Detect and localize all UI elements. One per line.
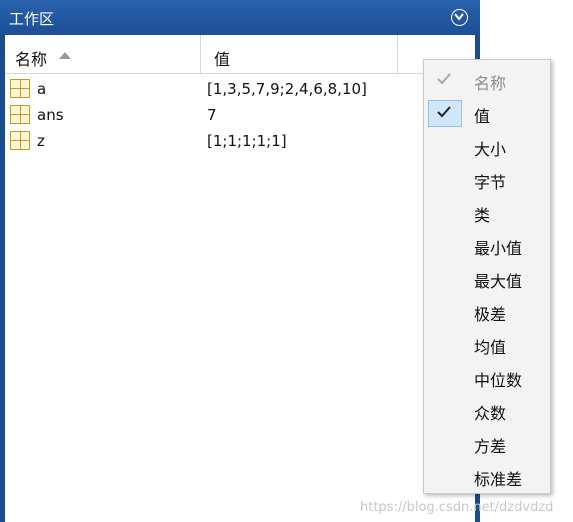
menu-item-size[interactable]: 大小 bbox=[424, 129, 550, 162]
variable-value: [1;1;1;1;1] bbox=[207, 132, 287, 150]
menu-item-label: 极差 bbox=[474, 305, 507, 324]
column-header-value[interactable]: 值 bbox=[214, 46, 230, 70]
menu-item-bytes[interactable]: 字节 bbox=[424, 162, 550, 195]
column-header: 名称 值 bbox=[5, 35, 475, 74]
menu-item-mean[interactable]: 均值 bbox=[424, 327, 550, 360]
menu-item-label: 众数 bbox=[474, 404, 507, 423]
menu-item-range[interactable]: 极差 bbox=[424, 294, 550, 327]
menu-item-label: 标准差 bbox=[474, 470, 523, 489]
matrix-variable-icon bbox=[10, 79, 30, 98]
variable-name: ans bbox=[37, 106, 64, 124]
column-divider[interactable] bbox=[397, 35, 398, 74]
menu-item-label: 均值 bbox=[474, 338, 507, 357]
menu-item-label: 名称 bbox=[474, 74, 507, 93]
variable-value: [1,3,5,7,9;2,4,6,8,10] bbox=[207, 80, 367, 98]
menu-item-value[interactable]: 值 bbox=[424, 96, 550, 129]
menu-item-label: 类 bbox=[474, 206, 491, 225]
menu-item-label: 大小 bbox=[474, 140, 507, 159]
menu-item-variance[interactable]: 方差 bbox=[424, 426, 550, 459]
menu-item-median[interactable]: 中位数 bbox=[424, 360, 550, 393]
variable-name: a bbox=[37, 80, 47, 98]
workspace-titlebar: 工作区 bbox=[0, 0, 480, 35]
menu-item-class[interactable]: 类 bbox=[424, 195, 550, 228]
menu-item-label: 方差 bbox=[474, 437, 507, 456]
menu-item-max[interactable]: 最大值 bbox=[424, 261, 550, 294]
watermark: https://blog.csdn.net/dzdvdzd bbox=[360, 500, 554, 515]
variable-value: 7 bbox=[207, 106, 217, 124]
menu-item-label: 中位数 bbox=[474, 371, 523, 390]
checkmark-icon bbox=[437, 73, 451, 85]
menu-item-mode[interactable]: 众数 bbox=[424, 393, 550, 426]
checkmark-icon bbox=[437, 106, 451, 118]
menu-item-std[interactable]: 标准差 bbox=[424, 459, 550, 492]
menu-item-label: 字节 bbox=[474, 173, 507, 192]
column-header-name[interactable]: 名称 bbox=[15, 46, 47, 70]
column-divider[interactable] bbox=[200, 35, 201, 74]
workspace-panel: 工作区 名称 值 a [1,3,5,7,9;2,4,6,8,10] ans 7 … bbox=[0, 0, 480, 522]
table-row[interactable]: z [1;1;1;1;1] bbox=[5, 128, 475, 154]
sort-ascending-icon bbox=[59, 52, 71, 59]
column-context-menu: 名称 值 大小 字节 类 最小值 最大值 极差 均值 中位数 众数 方差 标准差 bbox=[423, 59, 551, 494]
table-row[interactable]: a [1,3,5,7,9;2,4,6,8,10] bbox=[5, 76, 475, 102]
menu-item-label: 最小值 bbox=[474, 239, 523, 258]
menu-item-min[interactable]: 最小值 bbox=[424, 228, 550, 261]
workspace-title: 工作区 bbox=[9, 10, 55, 28]
menu-item-name: 名称 bbox=[424, 63, 550, 96]
menu-item-label: 值 bbox=[474, 107, 491, 126]
chevron-down-circle-icon[interactable] bbox=[451, 9, 468, 26]
matrix-variable-icon bbox=[10, 131, 30, 150]
matrix-variable-icon bbox=[10, 105, 30, 124]
menu-item-label: 最大值 bbox=[474, 272, 523, 291]
table-row[interactable]: ans 7 bbox=[5, 102, 475, 128]
variable-name: z bbox=[37, 132, 45, 150]
